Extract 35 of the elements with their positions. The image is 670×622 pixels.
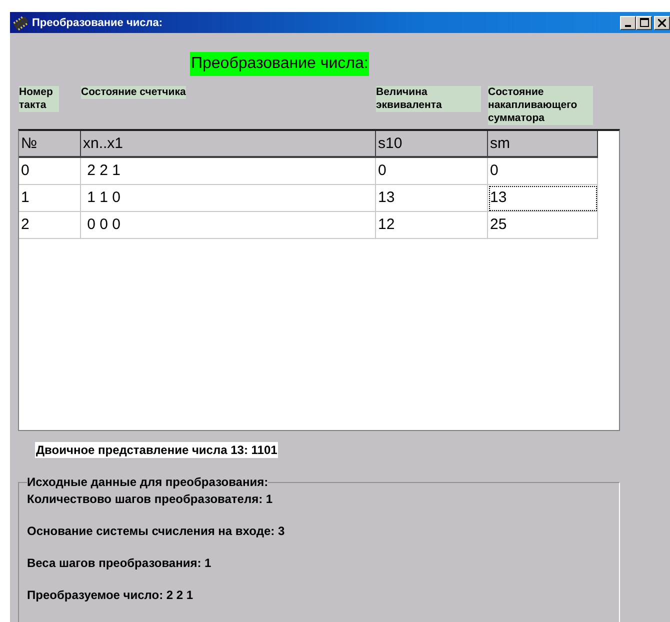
maximize-button[interactable]: [636, 16, 652, 30]
table-cell[interactable]: 0: [488, 158, 598, 185]
table-cell[interactable]: 1: [19, 185, 81, 212]
close-button[interactable]: [654, 16, 670, 30]
table-cell[interactable]: 2 2 1: [81, 158, 376, 185]
minimize-button[interactable]: [620, 16, 636, 30]
table-cell[interactable]: 25: [488, 212, 598, 239]
column-label: Состояние накапливающего сумматора: [488, 86, 593, 125]
table-cell[interactable]: 13: [376, 185, 488, 212]
table-cell[interactable]: 1 1 0: [81, 185, 376, 212]
column-label: Номер такта: [19, 86, 59, 112]
info-text: Основание системы счисления на входе: 3: [27, 523, 286, 540]
table-cell[interactable]: 12: [376, 212, 488, 239]
chip-icon: [12, 14, 30, 30]
table-cell[interactable]: 2: [19, 212, 81, 239]
column-header[interactable]: sm: [488, 131, 598, 158]
table-cell[interactable]: 0: [376, 158, 488, 185]
info-text: Веса шагов преобразования: 1: [27, 555, 212, 572]
binary-result: Двоичное представление числа 13: 1101: [35, 442, 278, 458]
table-cell[interactable]: 0 0 0: [81, 212, 376, 239]
group-title: Исходные данные для преобразования:: [27, 475, 268, 489]
info-text: Количествово шагов преобразователя: 1: [27, 491, 274, 508]
column-header[interactable]: №: [19, 131, 81, 158]
column-label: Состояние счетчика: [81, 86, 186, 99]
minimize-icon: [625, 24, 631, 26]
column-label: Величина эквивалента: [376, 86, 481, 112]
close-icon: [658, 18, 666, 26]
window-title: Преобразование числа:: [32, 16, 162, 28]
column-header[interactable]: s10: [376, 131, 488, 158]
maximize-icon: [640, 18, 648, 27]
table-cell[interactable]: 13: [488, 185, 598, 212]
table-cell[interactable]: 0: [19, 158, 81, 185]
info-text: Преобразуемое число: 2 2 1: [27, 587, 194, 604]
heading: Преобразование числа:: [190, 52, 370, 76]
column-header[interactable]: xn..x1: [81, 131, 376, 158]
